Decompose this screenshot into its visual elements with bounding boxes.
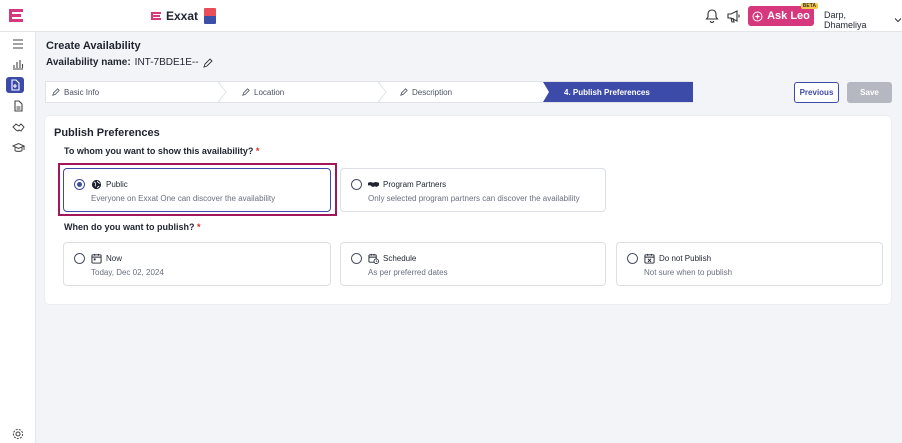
radio-do-not-publish[interactable] [627,253,638,264]
chevron-down-icon [894,18,902,23]
brand: Exxat [150,8,217,24]
option-title: Program Partners [383,180,447,189]
option-do-not-publish[interactable]: Do not Publish Not sure when to publish [616,242,883,286]
audience-question: To whom you want to show this availabili… [64,146,259,156]
graduation-cap-icon[interactable] [10,140,26,156]
timing-question: When do you want to publish? * [64,222,201,232]
bell-icon[interactable] [704,8,720,24]
step-label: Description [412,87,453,97]
step-label: Location [254,87,285,97]
option-title: Do not Publish [659,254,712,263]
step-label: Basic Info [64,87,100,97]
previous-button[interactable]: Previous [794,82,839,103]
document-icon[interactable] [10,98,26,114]
brand-name: Exxat [166,9,199,23]
availability-name-label: Availability name: [46,57,131,68]
availability-name-value: INT-7BDE1E-- [134,57,199,68]
option-now[interactable]: Now Today, Dec 02, 2024 [63,242,331,286]
handshake-icon[interactable] [10,120,26,136]
calendar-today-icon [91,253,102,264]
step-location[interactable]: Location [226,82,387,102]
step-basic-info[interactable]: Basic Info [46,82,227,102]
beta-badge: BETA [800,3,818,9]
left-rail [0,32,36,443]
availability-icon[interactable] [6,77,24,93]
app-logo-icon[interactable] [6,6,26,26]
step-description[interactable]: Description [386,82,546,102]
analytics-icon[interactable] [10,56,26,72]
section-title: Publish Preferences [54,127,160,139]
settings-gear-icon[interactable] [10,426,26,442]
handshake-icon [368,181,379,188]
edit-pencil-icon [52,88,60,96]
brand-badge-icon [204,8,217,24]
option-desc: Only selected program partners can disco… [368,194,580,203]
edit-pencil-icon [400,88,408,96]
save-button[interactable]: Save [847,82,892,103]
ask-leo-button[interactable]: Ask Leo BETA [748,3,818,26]
ask-leo-label: Ask Leo [767,10,810,22]
required-mark: * [197,222,201,232]
user-menu[interactable]: Darp, Dhameliya [824,10,902,30]
calendar-schedule-icon [368,253,379,264]
calendar-cancel-icon [644,253,655,264]
sparkle-icon [752,11,763,21]
radio-schedule[interactable] [351,253,362,264]
megaphone-icon[interactable] [726,8,742,24]
radio-program-partners[interactable] [351,179,362,190]
top-bar: Exxat Ask Leo BETA Darp, Dhameliya [0,0,902,32]
required-mark: * [255,146,260,156]
user-name: Darp, Dhameliya [824,10,867,30]
option-title: Now [106,254,123,263]
menu-icon[interactable] [10,36,26,52]
audience-question-text: To whom you want to show this availabili… [64,146,254,156]
option-title: Schedule [383,254,417,263]
availability-name: Availability name: INT-7BDE1E-- [46,57,213,68]
timing-question-text: When do you want to publish? [64,222,195,232]
selection-highlight [58,163,337,216]
edit-pencil-icon[interactable] [202,57,213,68]
option-desc: Today, Dec 02, 2024 [91,268,164,277]
step-label: 4. Publish Preferences [564,87,650,97]
page-title: Create Availability [46,40,141,52]
option-program-partners[interactable]: Program Partners Only selected program p… [340,168,606,212]
option-schedule[interactable]: Schedule As per preferred dates [340,242,606,286]
step-publish-preferences[interactable]: 4. Publish Preferences [546,82,692,102]
edit-pencil-icon [242,88,250,96]
radio-now[interactable] [74,253,85,264]
stepper: Basic Info Location Description 4. Publi… [45,81,693,103]
exxat-logo-icon [151,12,161,20]
option-desc: As per preferred dates [368,268,448,277]
option-desc: Not sure when to publish [644,268,733,277]
